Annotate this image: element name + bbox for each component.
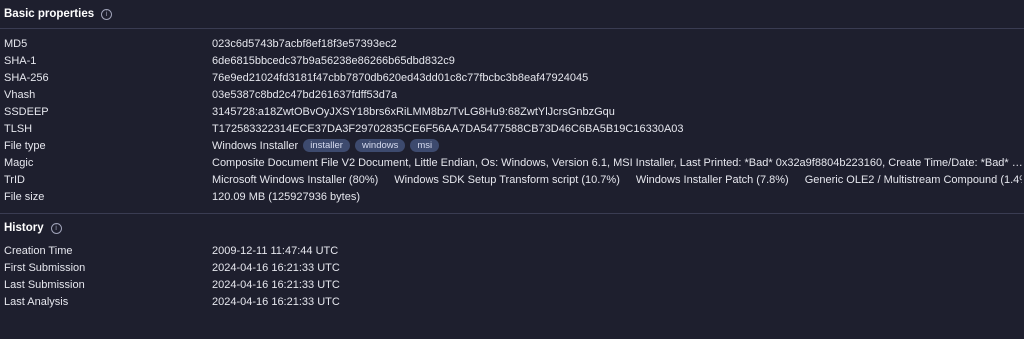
row-first-submission: First Submission 2024-04-16 16:21:33 UTC [0, 259, 1024, 276]
trid-item: Windows Installer Patch (7.8%) [635, 173, 789, 186]
first-submission-label: First Submission [4, 261, 86, 274]
sha256-value[interactable]: 76e9ed21024fd3181f47cbb7870db620ed43dd01… [212, 72, 588, 84]
history-rows: Creation Time 2009-12-11 11:47:44 UTC Fi… [0, 242, 1024, 310]
info-icon[interactable]: i [101, 8, 113, 20]
basic-properties-title: Basic properties [4, 8, 95, 20]
row-last-submission: Last Submission 2024-04-16 16:21:33 UTC [0, 276, 1024, 293]
tlsh-value[interactable]: T172583322314ECE37DA3F29702835CE6F56AA7D… [212, 123, 684, 135]
basic-properties-header: Basic properties i [0, 0, 1024, 29]
row-tlsh: TLSH T172583322314ECE37DA3F29702835CE6F5… [0, 120, 1024, 137]
sha1-value[interactable]: 6de6815bbcedc37b9a56238e86266b65dbd832c9 [212, 55, 455, 67]
md5-value[interactable]: 023c6d5743b7acbf8ef18f3e57393ec2 [212, 38, 397, 50]
last-submission-value: 2024-04-16 16:21:33 UTC [212, 278, 340, 291]
history-header: History i [0, 214, 1024, 242]
md5-label: MD5 [4, 37, 28, 50]
sha1-label: SHA-1 [4, 54, 37, 67]
row-file-size: File size 120.09 MB (125927936 bytes) [0, 188, 1024, 205]
trid-item: Generic OLE2 / Multistream Compound (1.4… [804, 173, 1022, 186]
tag-installer[interactable]: installer [303, 139, 350, 152]
last-analysis-label: Last Analysis [4, 295, 69, 308]
row-creation-time: Creation Time 2009-12-11 11:47:44 UTC [0, 242, 1024, 259]
basic-properties-section: Basic properties i MD5 023c6d5743b7acbf8… [0, 0, 1024, 205]
history-section: History i Creation Time 2009-12-11 11:47… [0, 214, 1024, 310]
vhash-value[interactable]: 03e5387c8bd2c47bd261637fdff53d7a [212, 89, 397, 101]
tag-windows[interactable]: windows [354, 139, 406, 152]
row-sha1: SHA-1 6de6815bbcedc37b9a56238e86266b65db… [0, 52, 1024, 69]
file-size-value: 120.09 MB (125927936 bytes) [212, 190, 360, 203]
trid-item: Windows SDK Setup Transform script (10.7… [394, 173, 620, 186]
creation-time-value: 2009-12-11 11:47:44 UTC [212, 244, 339, 257]
ssdeep-label: SSDEEP [4, 105, 49, 118]
tlsh-label: TLSH [4, 122, 33, 135]
row-file-type: File type Windows Installer installer wi… [0, 137, 1024, 154]
row-vhash: Vhash 03e5387c8bd2c47bd261637fdff53d7a [0, 86, 1024, 103]
file-type-value-group: Windows Installer installer windows msi [212, 139, 440, 152]
row-trid: TrID Microsoft Windows Installer (80%) W… [0, 171, 1024, 188]
row-last-analysis: Last Analysis 2024-04-16 16:21:33 UTC [0, 293, 1024, 310]
info-icon[interactable]: i [50, 222, 62, 234]
vhash-label: Vhash [4, 88, 36, 101]
last-submission-label: Last Submission [4, 278, 85, 291]
file-type-label: File type [4, 139, 46, 152]
sha256-label: SHA-256 [4, 71, 49, 84]
creation-time-label: Creation Time [4, 244, 73, 257]
first-submission-value: 2024-04-16 16:21:33 UTC [212, 261, 340, 274]
file-size-label: File size [4, 190, 45, 203]
ssdeep-value[interactable]: 3145728:a18ZwtOBvOyJXSY18brs6xRiLMM8bz/T… [212, 106, 615, 118]
row-magic: Magic Composite Document File V2 Documen… [0, 154, 1024, 171]
row-ssdeep: SSDEEP 3145728:a18ZwtOBvOyJXSY18brs6xRiL… [0, 103, 1024, 120]
row-sha256: SHA-256 76e9ed21024fd3181f47cbb7870db620… [0, 69, 1024, 86]
last-analysis-value: 2024-04-16 16:21:33 UTC [212, 295, 340, 308]
row-md5: MD5 023c6d5743b7acbf8ef18f3e57393ec2 [0, 35, 1024, 52]
file-type-value: Windows Installer [212, 139, 299, 152]
history-title: History [4, 222, 44, 234]
trid-values: Microsoft Windows Installer (80%) Window… [212, 174, 1022, 186]
tag-msi[interactable]: msi [410, 139, 440, 152]
basic-properties-rows: MD5 023c6d5743b7acbf8ef18f3e57393ec2 SHA… [0, 29, 1024, 205]
trid-label: TrID [4, 173, 25, 186]
magic-value: Composite Document File V2 Document, Lit… [212, 156, 1024, 169]
trid-item: Microsoft Windows Installer (80%) [212, 173, 379, 186]
magic-label: Magic [4, 156, 34, 169]
